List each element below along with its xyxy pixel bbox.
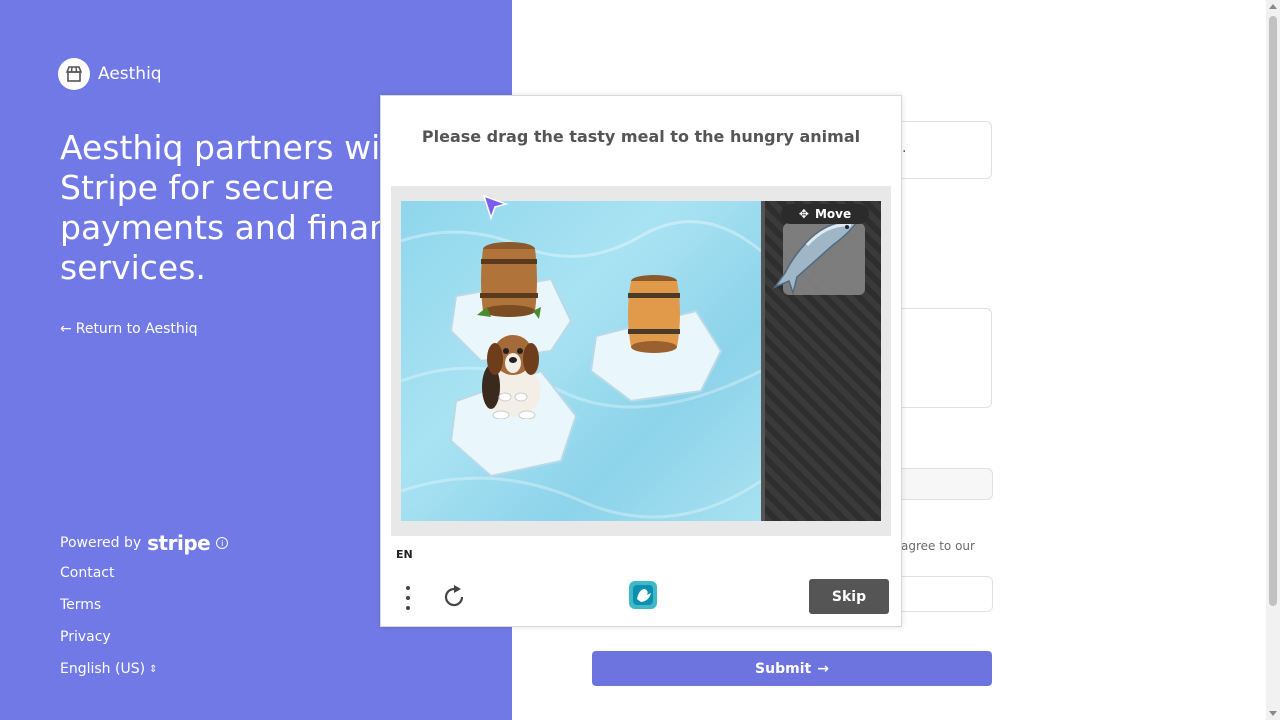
drop-area[interactable] — [401, 201, 761, 521]
page-scrollbar[interactable] — [1266, 0, 1280, 720]
captcha-language[interactable]: EN — [396, 548, 413, 561]
chevron-up-down-icon: ⇕ — [149, 663, 158, 675]
dog-image — [482, 335, 541, 419]
move-badge: ✥ Move — [781, 204, 869, 224]
captcha-prompt: Please drag the tasty meal to the hungry… — [421, 127, 861, 146]
captcha-task-area: ✥ Move — [391, 186, 891, 536]
move-label: Move — [814, 207, 852, 221]
contact-link[interactable]: Contact — [60, 565, 114, 581]
terms-link[interactable]: Terms — [60, 597, 101, 613]
more-options-icon[interactable] — [399, 584, 417, 612]
language-selector[interactable]: English (US) ⇕ — [60, 661, 157, 677]
brand: Aesthiq — [58, 58, 162, 90]
draggable-tray: ✥ Move — [761, 201, 881, 521]
info-icon[interactable]: i — [216, 537, 229, 549]
captcha-challenge: Please drag the tasty meal to the hungry… — [380, 95, 902, 627]
scroll-down-arrow-icon[interactable] — [1269, 711, 1277, 716]
skip-button[interactable]: Skip — [809, 579, 889, 614]
submit-button[interactable]: Submit → — [592, 651, 992, 686]
move-icon: ✥ — [798, 207, 809, 221]
return-link-label: Return to Aesthiq — [75, 321, 198, 337]
powered-by-stripe[interactable]: Powered by stripe i — [60, 531, 229, 555]
scroll-up-arrow-icon[interactable] — [1269, 4, 1277, 9]
scrollbar-thumb[interactable] — [1269, 16, 1277, 606]
stripe-logo: stripe — [147, 531, 211, 555]
return-link[interactable]: ← Return to Aesthiq — [60, 321, 198, 337]
form-field-1-value: . — [902, 140, 907, 156]
hcaptcha-logo-icon — [629, 581, 657, 609]
barrel-image — [628, 275, 680, 353]
refresh-icon[interactable] — [441, 584, 467, 610]
privacy-link[interactable]: Privacy — [60, 629, 111, 645]
cursor-pointer-icon — [482, 194, 509, 221]
arrow-right-icon: → — [817, 660, 829, 677]
barrel-image — [477, 242, 541, 319]
store-icon — [58, 58, 90, 90]
powered-by-label: Powered by — [60, 535, 142, 551]
submit-label: Submit — [755, 660, 812, 677]
terms-agreement-text: agree to our — [901, 539, 975, 553]
language-label: English (US) — [60, 661, 146, 677]
brand-name: Aesthiq — [98, 64, 162, 84]
fish-draggable[interactable] — [771, 215, 861, 295]
arrow-left-icon: ← — [60, 321, 72, 337]
